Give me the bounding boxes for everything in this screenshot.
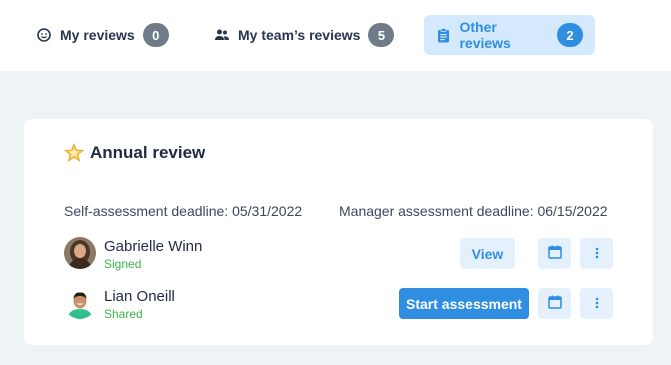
tab-label: My team’s reviews (238, 27, 361, 43)
status-text: Signed (104, 257, 142, 271)
smiley-face-icon (36, 27, 52, 43)
star-icon (64, 143, 84, 163)
clipboard-icon (436, 27, 451, 43)
status-text: Shared (104, 307, 143, 321)
tab-my-teams-reviews[interactable]: My team’s reviews 5 (202, 15, 406, 55)
reviewee-row: Lian Oneill Shared Start assessment (64, 286, 613, 321)
tab-label: My reviews (60, 27, 135, 43)
count-badge: 2 (557, 23, 583, 47)
more-options-button[interactable] (580, 238, 613, 269)
card-title-text: Annual review (90, 143, 206, 162)
calendar-button[interactable] (538, 238, 571, 269)
more-vertical-icon (595, 246, 599, 262)
reviewee-name: Gabrielle Winn (104, 238, 203, 255)
tab-my-reviews[interactable]: My reviews 0 (24, 15, 181, 55)
start-assessment-button[interactable]: Start assessment (399, 288, 529, 319)
calendar-icon (547, 295, 562, 312)
view-button[interactable]: View (460, 238, 515, 269)
review-tabs: My reviews 0 My team’s reviews 5 Other r… (0, 0, 671, 71)
reviewee-row: Gabrielle Winn Signed View (64, 236, 613, 271)
reviewee-name: Lian Oneill (104, 288, 175, 305)
calendar-button[interactable] (538, 288, 571, 319)
tab-other-reviews[interactable]: Other reviews 2 (424, 15, 595, 55)
people-icon (214, 27, 230, 43)
more-vertical-icon (595, 296, 599, 312)
count-badge: 5 (368, 23, 395, 47)
annual-review-card: Annual review Self-assessment deadline: … (24, 119, 653, 345)
avatar (64, 237, 96, 269)
count-badge: 0 (142, 23, 169, 47)
manager-assessment-deadline: Manager assessment deadline: 06/15/2022 (339, 203, 608, 219)
card-title: Annual review (64, 143, 205, 163)
tab-label: Other reviews (459, 19, 511, 51)
avatar (64, 287, 96, 319)
more-options-button[interactable] (580, 288, 613, 319)
calendar-icon (547, 245, 562, 262)
self-assessment-deadline: Self-assessment deadline: 05/31/2022 (64, 203, 303, 219)
